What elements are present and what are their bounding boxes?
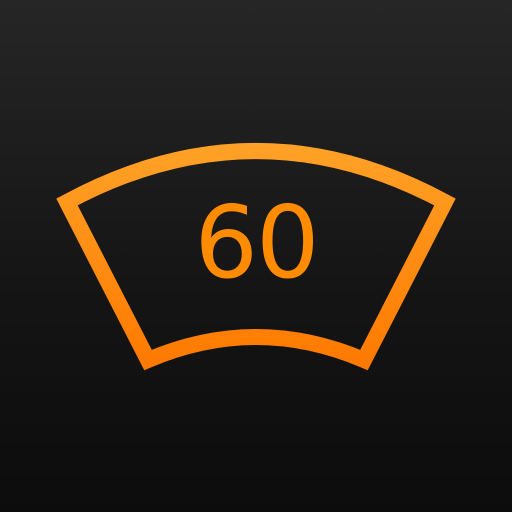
speed-value: 60 xyxy=(194,184,319,301)
app-icon: 60 xyxy=(0,0,512,512)
